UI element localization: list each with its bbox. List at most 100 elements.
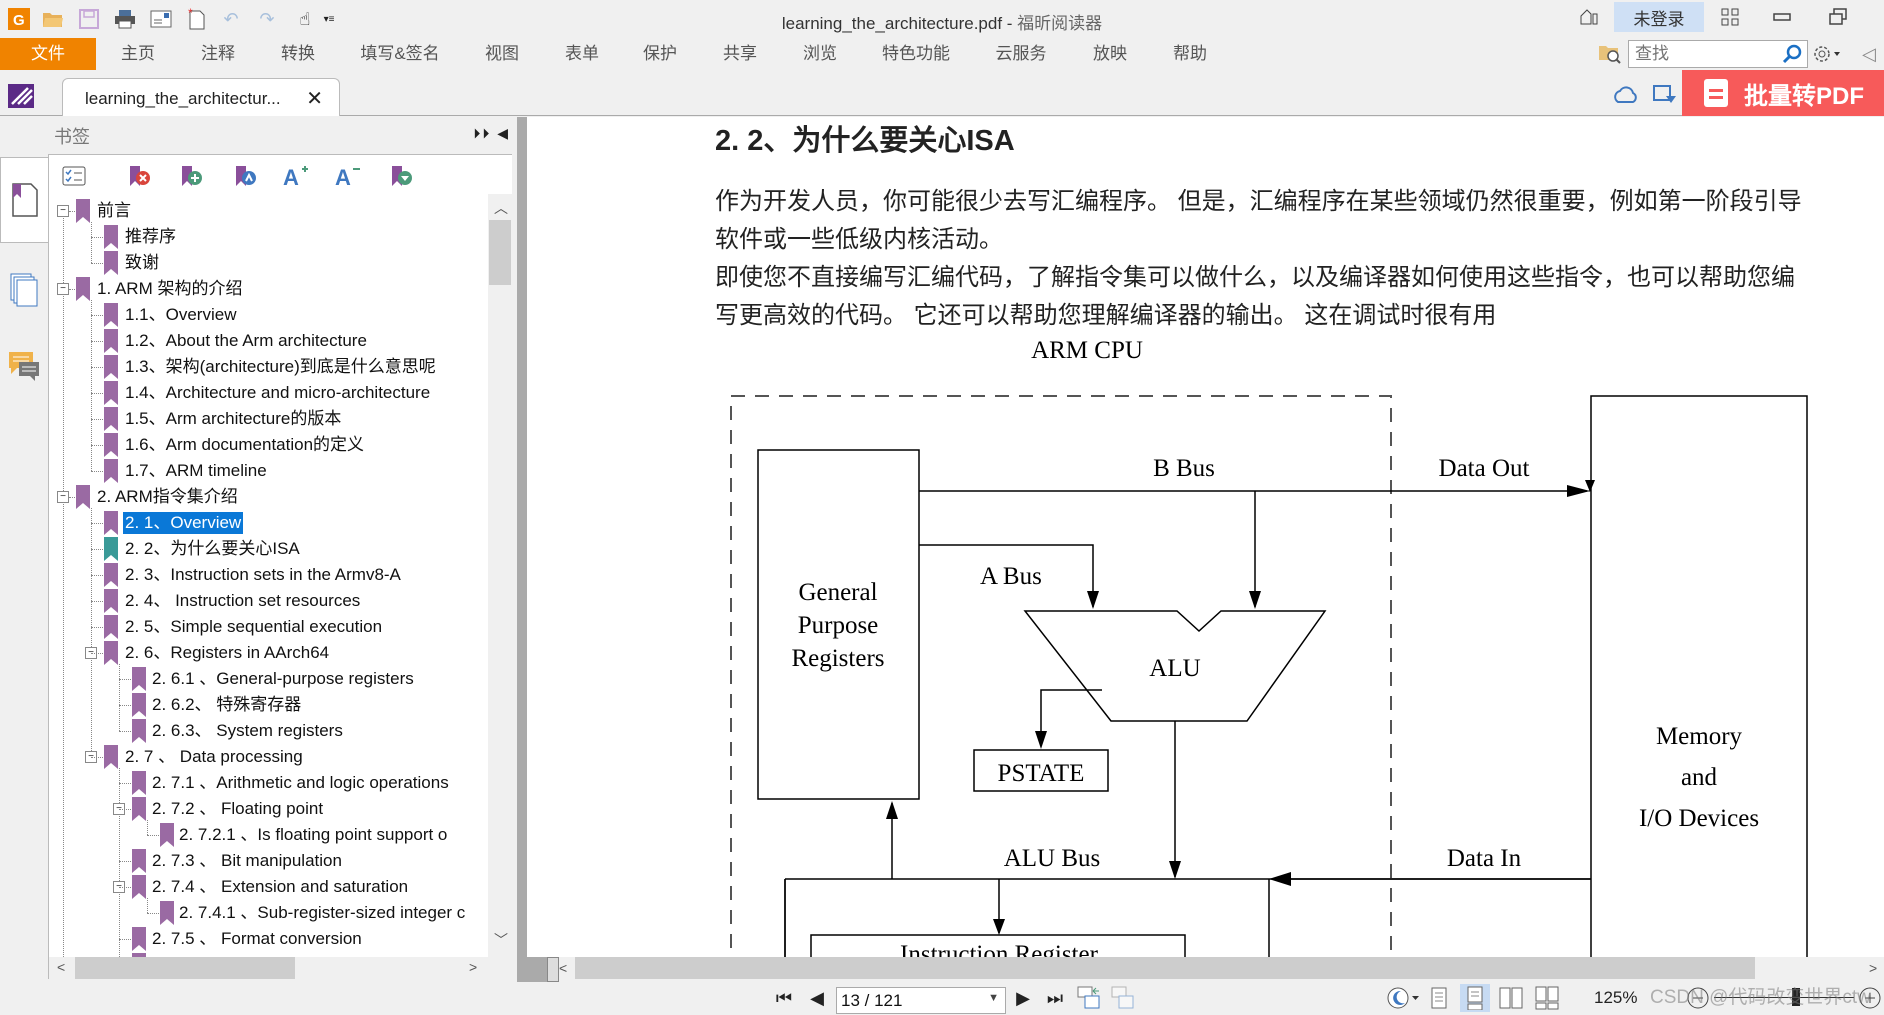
bookmark-item[interactable]: 2. 7.2.1 、Is floating point support o: [49, 822, 488, 848]
add-bookmark-icon[interactable]: [177, 161, 207, 191]
bookmark-item[interactable]: 2. 4、 Instruction set resources: [49, 588, 488, 614]
pages-panel-tab[interactable]: [0, 247, 48, 333]
continuous-view-icon[interactable]: [1460, 984, 1490, 1012]
bookmark-item[interactable]: 2. 6.3、 System registers: [49, 718, 488, 744]
new-document-icon[interactable]: *: [186, 8, 208, 30]
bookmark-item[interactable]: 1.3、架构(architecture)到底是什么意思呢: [49, 354, 488, 380]
download-icon[interactable]: [1652, 84, 1678, 111]
bookmark-item[interactable]: −2. 7 、 Data processing: [49, 744, 488, 770]
collapse-ribbon-icon[interactable]: ◁: [1862, 44, 1876, 65]
bookmark-item[interactable]: 1.5、Arm architecture的版本: [49, 406, 488, 432]
next-view-icon[interactable]: [1110, 986, 1136, 1010]
bookmark-item[interactable]: − 1. ARM 架构的介绍: [49, 276, 488, 302]
restore-icon[interactable]: [1818, 2, 1858, 32]
increase-font-icon[interactable]: A: [281, 161, 311, 191]
scroll-right-icon[interactable]: >: [469, 959, 477, 975]
scroll-left-icon[interactable]: <: [559, 960, 567, 976]
bookmark-vertical-scrollbar[interactable]: ︿ ﹀: [488, 194, 512, 957]
bookmark-item[interactable]: 致谢: [49, 250, 488, 276]
bookmark-item[interactable]: 2. 2、为什么要关心ISA: [49, 536, 488, 562]
scroll-thumb[interactable]: [489, 220, 511, 285]
search-icon[interactable]: [1781, 43, 1803, 70]
page-number-field[interactable]: ▼: [836, 987, 1006, 1014]
bookmarks-panel-tab[interactable]: [0, 157, 48, 243]
scroll-down-icon[interactable]: ﹀: [494, 930, 508, 950]
bookmark-item[interactable]: 2. 6.1 、General-purpose registers: [49, 666, 488, 692]
zoom-level[interactable]: 125%: [1594, 988, 1637, 1008]
bookmark-item[interactable]: 1.7、ARM timeline: [49, 458, 488, 484]
bookmark-dropdown-icon[interactable]: [387, 161, 417, 191]
menu-convert[interactable]: 转换: [270, 38, 326, 70]
previous-page-icon[interactable]: ◀: [806, 986, 828, 1010]
email-icon[interactable]: [150, 8, 172, 30]
menu-file[interactable]: 文件: [0, 38, 96, 70]
collapse-toggle-icon[interactable]: −: [57, 205, 69, 217]
bookmark-item[interactable]: 1.2、About the Arm architecture: [49, 328, 488, 354]
bookmark-item[interactable]: −2. 7.2 、 Floating point: [49, 796, 488, 822]
delete-bookmark-icon[interactable]: [125, 161, 155, 191]
bookmark-item[interactable]: 推荐序: [49, 224, 488, 250]
bookmark-item[interactable]: − 2. ARM指令集介绍: [49, 484, 488, 510]
continuous-facing-view-icon[interactable]: [1532, 984, 1562, 1012]
scroll-right-icon[interactable]: >: [1869, 960, 1877, 976]
bookmark-item[interactable]: − 前言: [49, 198, 488, 224]
previous-view-icon[interactable]: [1076, 986, 1102, 1010]
scroll-up-icon[interactable]: ︿: [494, 198, 508, 218]
menu-cloud[interactable]: 云服务: [986, 38, 1056, 70]
menu-share[interactable]: 共享: [712, 38, 768, 70]
save-icon[interactable]: [78, 8, 100, 30]
folder-search-icon[interactable]: [1598, 42, 1622, 69]
batch-convert-pdf-button[interactable]: 批量转PDF: [1682, 70, 1884, 116]
facing-view-icon[interactable]: [1496, 984, 1526, 1012]
bookmark-item[interactable]: 2. 7.5 、 Format conversion: [49, 926, 488, 952]
menu-form[interactable]: 表单: [554, 38, 610, 70]
settings-gear-icon[interactable]: [1812, 43, 1842, 70]
menu-fill-sign[interactable]: 填写&签名: [350, 38, 450, 70]
split-handle[interactable]: [547, 957, 559, 982]
redo-icon[interactable]: ↷: [256, 8, 278, 30]
login-button[interactable]: 未登录: [1614, 2, 1704, 32]
expand-all-bookmarks-icon[interactable]: [59, 161, 89, 191]
bookmark-item[interactable]: −2. 7.4 、 Extension and saturation: [49, 874, 488, 900]
close-tab-icon[interactable]: ✕: [306, 86, 323, 111]
bookmark-item[interactable]: 2. 6.2、 特殊寄存器: [49, 692, 488, 718]
bookmark-item[interactable]: 1.6、Arm documentation的定义: [49, 432, 488, 458]
collapse-toggle-icon[interactable]: −: [57, 491, 69, 503]
bookmark-horizontal-scrollbar[interactable]: < >: [48, 957, 512, 979]
single-page-view-icon[interactable]: [1424, 984, 1454, 1012]
bookmark-item[interactable]: 2. 7.1 、Arithmetic and logic operations: [49, 770, 488, 796]
search-input[interactable]: [1629, 41, 1779, 67]
comments-panel-tab[interactable]: [0, 323, 48, 409]
decrease-font-icon[interactable]: A: [333, 161, 363, 191]
menu-view[interactable]: 视图: [474, 38, 530, 70]
bookmark-item[interactable]: 2. 3、Instruction sets in the Armv8-A: [49, 562, 488, 588]
bookmark-item[interactable]: 2. 7.3 、 Bit manipulation: [49, 848, 488, 874]
bookmark-item[interactable]: 1.4、Architecture and micro-architecture: [49, 380, 488, 406]
page-dropdown-icon[interactable]: ▼: [988, 992, 999, 1004]
bookmark-item[interactable]: 2. 1、Overview: [49, 510, 488, 536]
menu-protect[interactable]: 保护: [632, 38, 688, 70]
menu-home[interactable]: 主页: [110, 38, 166, 70]
first-page-icon[interactable]: ⏮: [772, 986, 796, 1010]
hand-tool-icon[interactable]: ☝: [294, 8, 316, 30]
menu-present[interactable]: 放映: [1082, 38, 1138, 70]
skin-icon[interactable]: [1574, 2, 1604, 32]
bookmark-item[interactable]: −2. 6、Registers in AArch64: [49, 640, 488, 666]
panel-splitter[interactable]: [517, 117, 527, 982]
page-number-input[interactable]: [837, 988, 977, 1013]
scroll-thumb[interactable]: [575, 957, 1755, 979]
menu-browse[interactable]: 浏览: [792, 38, 848, 70]
last-page-icon[interactable]: ⏭: [1042, 986, 1068, 1010]
minimize-icon[interactable]: [1762, 2, 1802, 32]
undo-icon[interactable]: ↶: [220, 8, 242, 30]
document-horizontal-scrollbar[interactable]: < >: [527, 957, 1884, 982]
scroll-thumb[interactable]: [75, 957, 295, 979]
menu-comment[interactable]: 注释: [190, 38, 246, 70]
bookmark-item[interactable]: 2. 5、Simple sequential execution: [49, 614, 488, 640]
collapse-toggle-icon[interactable]: −: [57, 283, 69, 295]
scroll-left-icon[interactable]: <: [57, 959, 65, 975]
open-folder-icon[interactable]: [42, 8, 64, 30]
goto-bookmark-icon[interactable]: [231, 161, 261, 191]
search-field[interactable]: [1628, 40, 1808, 68]
document-tab[interactable]: learning_the_architectur... ✕: [62, 78, 340, 116]
